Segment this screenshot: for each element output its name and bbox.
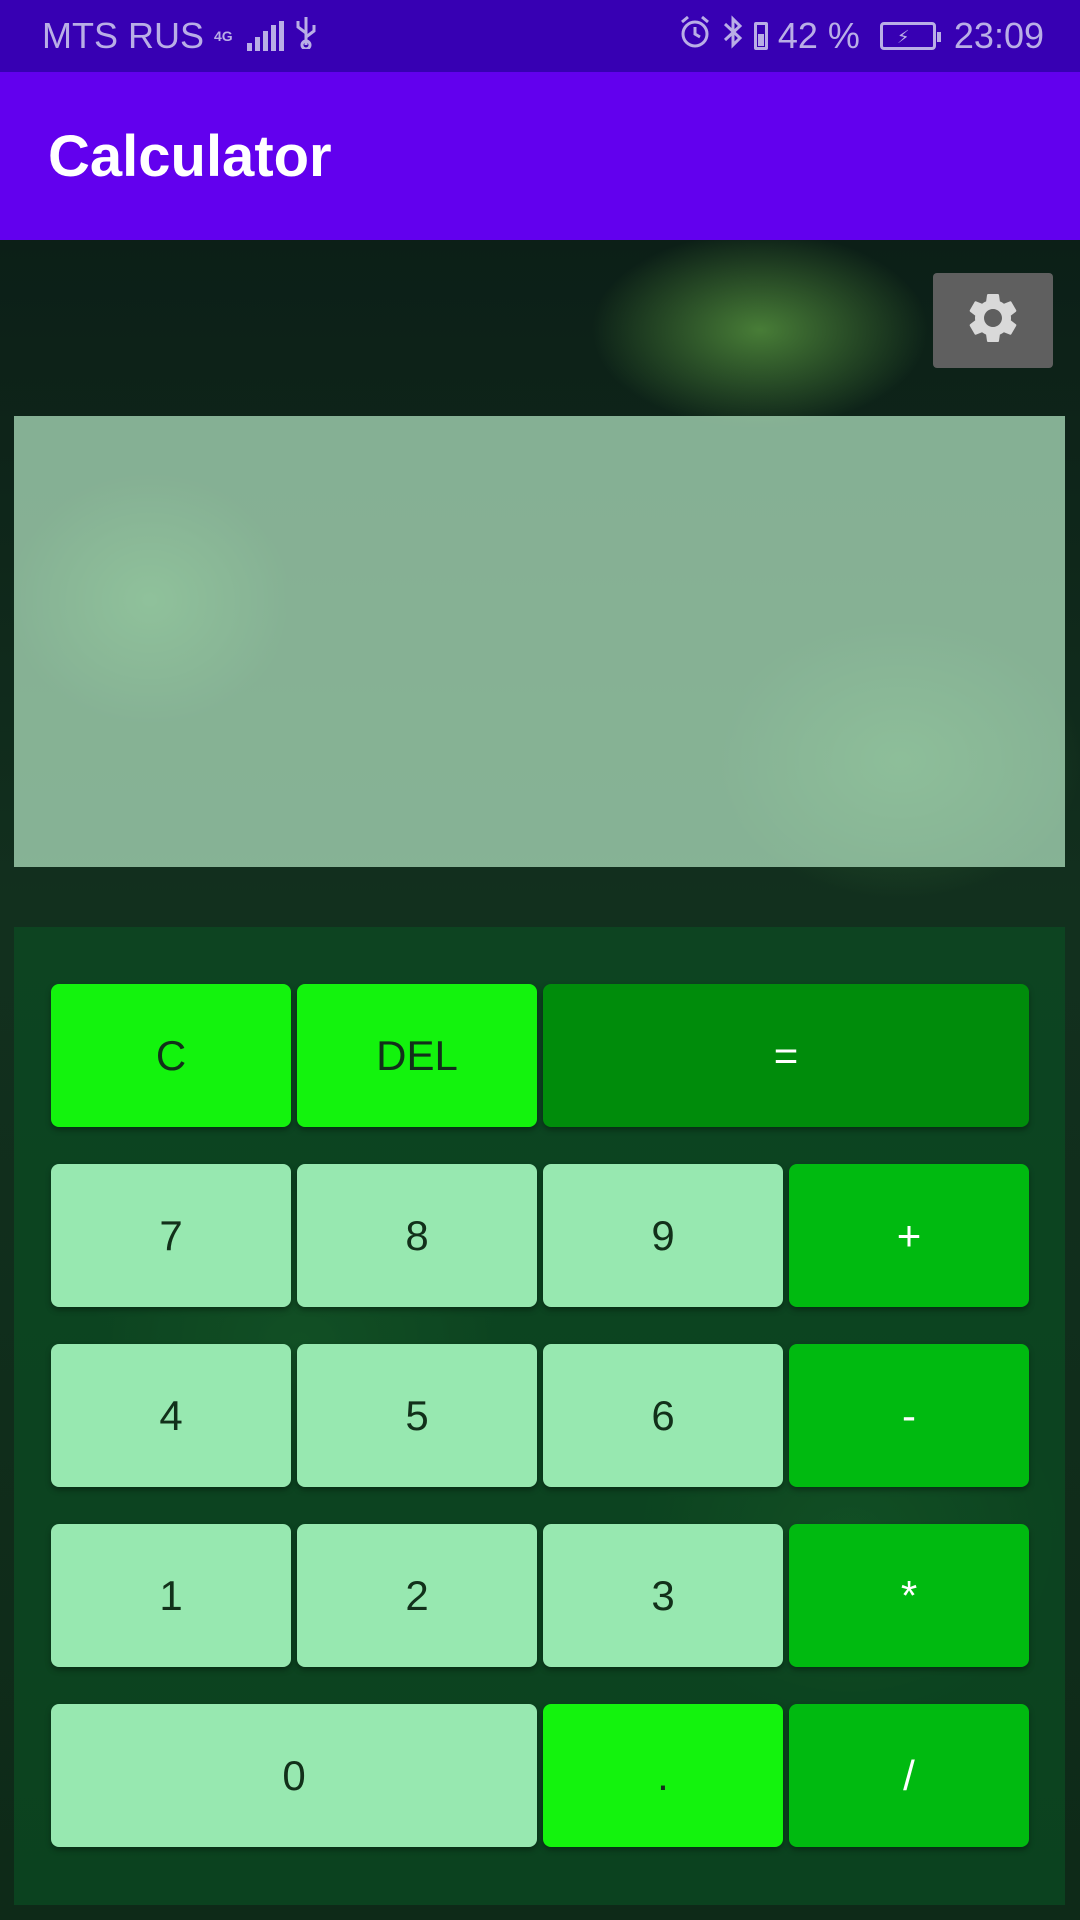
- divide-button[interactable]: /: [789, 1704, 1029, 1847]
- status-right: 42 % ⚡ 23:09: [678, 14, 1044, 58]
- status-bar: MTS RUS 4G 42 % ⚡ 23:09: [0, 0, 1080, 72]
- digit-5-button[interactable]: 5: [297, 1344, 537, 1487]
- app-title: Calculator: [48, 123, 332, 189]
- multiply-button[interactable]: *: [789, 1524, 1029, 1667]
- digit-1-button[interactable]: 1: [51, 1524, 291, 1667]
- settings-button[interactable]: [933, 273, 1053, 368]
- calculator-display: [14, 416, 1065, 867]
- carrier-name: MTS RUS: [42, 15, 204, 56]
- gear-icon: [963, 288, 1023, 353]
- bluetooth-icon: [722, 14, 744, 58]
- app-bar: Calculator: [0, 72, 1080, 240]
- delete-button[interactable]: DEL: [297, 984, 537, 1127]
- digit-4-button[interactable]: 4: [51, 1344, 291, 1487]
- plus-button[interactable]: +: [789, 1164, 1029, 1307]
- usb-icon: [294, 15, 318, 58]
- digit-7-button[interactable]: 7: [51, 1164, 291, 1307]
- digit-9-button[interactable]: 9: [543, 1164, 783, 1307]
- signal-icon: [246, 21, 284, 51]
- battery-level-icon: [753, 22, 768, 50]
- clock-time: 23:09: [953, 15, 1044, 56]
- digit-2-button[interactable]: 2: [297, 1524, 537, 1667]
- digit-8-button[interactable]: 8: [297, 1164, 537, 1307]
- decimal-point-button[interactable]: .: [543, 1704, 783, 1847]
- clear-button[interactable]: C: [51, 984, 291, 1127]
- digit-0-button[interactable]: 0: [51, 1704, 537, 1847]
- status-left: MTS RUS 4G: [42, 15, 318, 58]
- keypad: C DEL = 7 8 9 + 4 5 6 - 1 2 3 * 0 . /: [14, 927, 1065, 1905]
- alarm-icon: [678, 15, 712, 58]
- minus-button[interactable]: -: [789, 1344, 1029, 1487]
- charging-battery-icon: ⚡: [879, 22, 941, 50]
- digit-6-button[interactable]: 6: [543, 1344, 783, 1487]
- network-type: 4G: [214, 28, 233, 44]
- equals-button[interactable]: =: [543, 984, 1029, 1127]
- battery-percent: 42 %: [777, 15, 860, 56]
- digit-3-button[interactable]: 3: [543, 1524, 783, 1667]
